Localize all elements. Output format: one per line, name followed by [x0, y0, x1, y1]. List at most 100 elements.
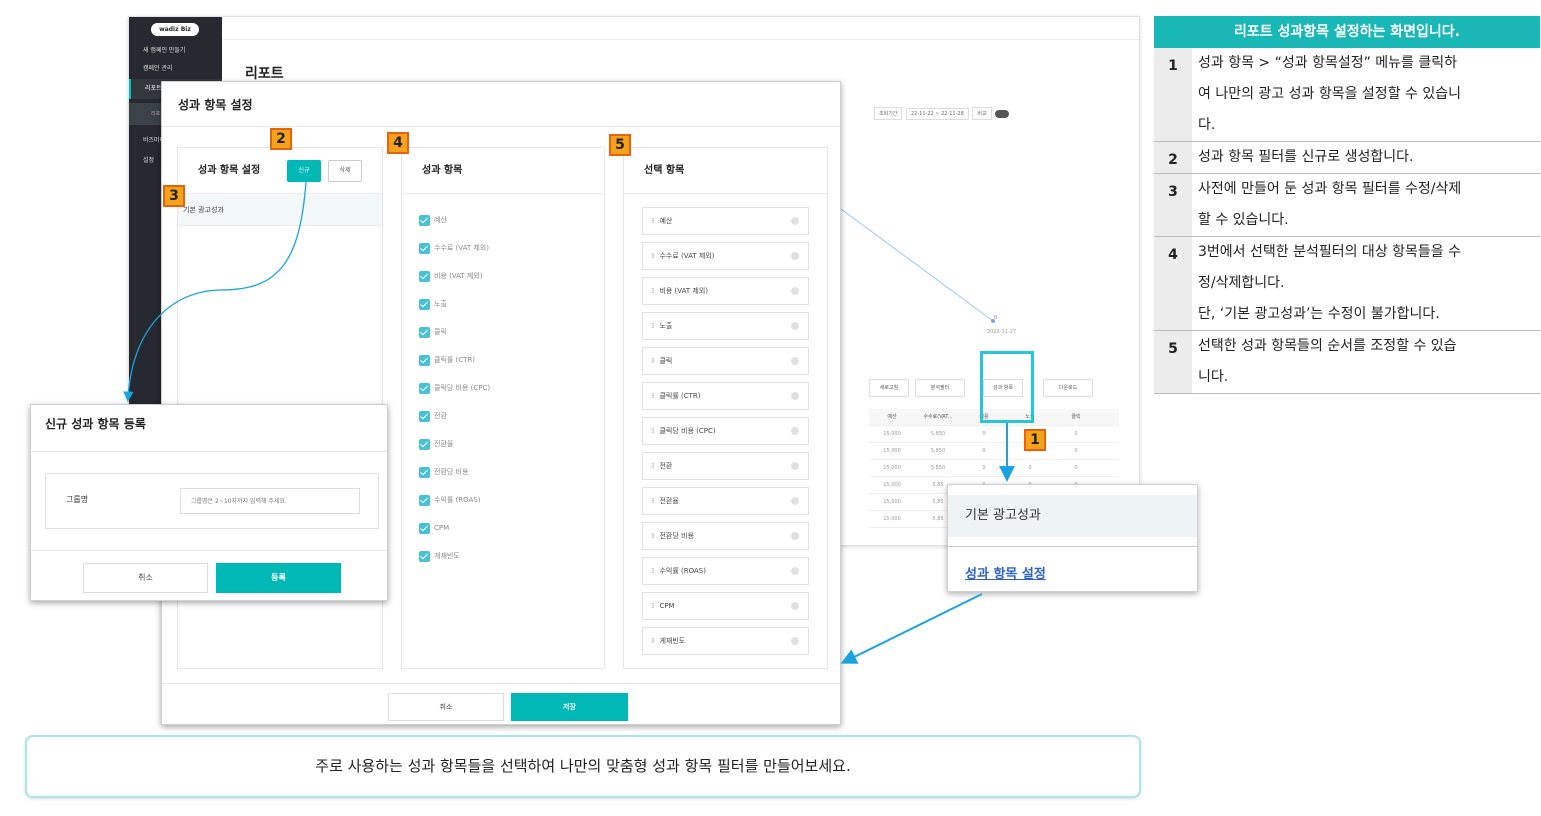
metric-checkbox-item[interactable]: CPM	[402, 514, 604, 542]
checkbox-checked-icon[interactable]	[419, 522, 430, 534]
drag-handle-icon[interactable]: ⁞⁞	[651, 497, 655, 505]
remove-icon[interactable]	[791, 252, 799, 260]
drag-handle-icon[interactable]: ⁞⁞	[651, 567, 655, 575]
checkbox-checked-icon[interactable]	[419, 270, 430, 282]
drag-handle-icon[interactable]: ⁞⁞	[651, 392, 655, 400]
table-cell: 0	[1074, 431, 1078, 437]
metric-checkbox-item[interactable]: 게재빈도	[402, 542, 604, 570]
metrics-dropdown: 기본 광고성과 성과 항목 설정	[947, 484, 1198, 592]
metric-checkbox-item[interactable]: 노출	[402, 290, 604, 318]
selected-metric-item[interactable]: ⁞⁞ 전환율	[642, 487, 809, 515]
modal-cancel-button[interactable]: 취소	[388, 693, 504, 721]
drag-handle-icon[interactable]: ⁞⁞	[651, 427, 655, 435]
checkbox-checked-icon[interactable]	[419, 214, 430, 226]
selected-metric-item[interactable]: ⁞⁞ 수수료 (VAT 제외)	[642, 242, 809, 270]
metric-checkbox-label: 전환당 비용	[434, 468, 469, 476]
selected-metric-item[interactable]: ⁞⁞ 수익률 (ROAS)	[642, 557, 809, 585]
drag-handle-icon[interactable]: ⁞⁞	[651, 322, 655, 330]
selected-metric-item[interactable]: ⁞⁞ 전환당 비용	[642, 522, 809, 550]
table-cell: 15,000	[883, 482, 901, 488]
table-header-cell: 클릭	[1071, 414, 1081, 420]
drag-handle-icon[interactable]: ⁞⁞	[651, 357, 655, 365]
dropdown-item-settings-link[interactable]: 성과 항목 설정	[965, 563, 1046, 582]
metric-checkbox-item[interactable]: 클릭	[402, 318, 604, 346]
drag-handle-icon[interactable]: ⁞⁞	[651, 532, 655, 540]
new-filter-dialog-title: 신규 성과 항목 등록	[45, 417, 146, 431]
checkbox-checked-icon[interactable]	[419, 298, 430, 310]
modal-save-button[interactable]: 저장	[511, 693, 628, 721]
metric-checkbox-item[interactable]: 전환당 비용	[402, 458, 604, 486]
remove-icon[interactable]	[791, 637, 799, 645]
delete-filter-button[interactable]: 삭제	[328, 160, 362, 182]
remove-icon[interactable]	[791, 602, 799, 610]
group-name-input[interactable]	[180, 488, 360, 514]
checkbox-checked-icon[interactable]	[419, 494, 430, 506]
metric-checkbox-item[interactable]: 비용 (VAT 제외)	[402, 262, 604, 290]
remove-icon[interactable]	[791, 427, 799, 435]
dialog-register-button[interactable]: 등록	[216, 563, 341, 593]
marker-5: 5	[609, 134, 631, 156]
drag-handle-icon[interactable]: ⁞⁞	[651, 287, 655, 295]
metric-checkbox-item[interactable]: 수수료 (VAT 제외)	[402, 234, 604, 262]
period-range[interactable]: 22-11-22 ~ 22-11-28	[906, 108, 969, 120]
checkbox-checked-icon[interactable]	[419, 382, 430, 394]
drag-handle-icon[interactable]: ⁞⁞	[651, 217, 655, 225]
modal-title: 성과 항목 설정	[178, 98, 253, 112]
table-cell: 15,000	[883, 499, 901, 505]
selected-metric-item[interactable]: ⁞⁞ 게재빈도	[642, 627, 809, 655]
remove-icon[interactable]	[791, 287, 799, 295]
sidebar-item-new-campaign[interactable]: 새 캠페인 만들기	[129, 41, 222, 61]
compare-toggle[interactable]	[995, 109, 1010, 118]
explanation-line: 여 나만의 광고 성과 항목을 설정할 수 있습니	[1198, 86, 1461, 102]
drag-handle-icon[interactable]: ⁞⁞	[651, 637, 655, 645]
checkbox-checked-icon[interactable]	[419, 550, 430, 562]
metric-checkbox-item[interactable]: 예산	[402, 206, 604, 234]
remove-icon[interactable]	[791, 462, 799, 470]
remove-icon[interactable]	[791, 497, 799, 505]
download-button[interactable]: 다운로드	[1043, 379, 1093, 397]
remove-icon[interactable]	[791, 217, 799, 225]
remove-icon[interactable]	[791, 392, 799, 400]
explanation-line: 정/삭제합니다.	[1198, 275, 1285, 291]
selected-metric-item[interactable]: ⁞⁞ 전환	[642, 452, 809, 480]
dialog-cancel-button[interactable]: 취소	[83, 563, 208, 593]
selected-metrics-title: 선택 항목	[624, 148, 827, 194]
drag-handle-icon[interactable]: ⁞⁞	[651, 462, 655, 470]
metric-checkbox-item[interactable]: 클릭률 (CTR)	[402, 346, 604, 374]
analysis-filter-button[interactable]: 분석필터	[915, 379, 965, 397]
checkbox-checked-icon[interactable]	[419, 438, 430, 450]
metric-checkbox-item[interactable]: 수익률 (ROAS)	[402, 486, 604, 514]
filter-item-default[interactable]: 기본 광고성과	[178, 194, 382, 226]
metric-checkbox-item[interactable]: 전환	[402, 402, 604, 430]
metric-checkbox-label: 클릭당 비용 (CPC)	[434, 384, 491, 392]
selected-metric-item[interactable]: ⁞⁞ 노출	[642, 312, 809, 340]
panel-header: 리포트 성과항목 설정하는 화면입니다.	[1154, 16, 1540, 48]
table-cell: 0	[1074, 448, 1078, 454]
checkbox-checked-icon[interactable]	[419, 326, 430, 338]
remove-icon[interactable]	[791, 357, 799, 365]
selected-metric-item[interactable]: ⁞⁞ CPM	[642, 592, 809, 620]
remove-icon[interactable]	[791, 567, 799, 575]
selected-metric-item[interactable]: ⁞⁞ 클릭	[642, 347, 809, 375]
selected-metric-item[interactable]: ⁞⁞ 비용 (VAT 제외)	[642, 277, 809, 305]
selected-metric-label: 노출	[659, 322, 673, 330]
selected-metric-item[interactable]: ⁞⁞ 클릭률 (CTR)	[642, 382, 809, 410]
new-filter-dialog: 신규 성과 항목 등록 그룹명 취소 등록	[30, 404, 388, 601]
dropdown-item-default[interactable]: 기본 광고성과	[948, 495, 1197, 537]
checkbox-checked-icon[interactable]	[419, 410, 430, 422]
sidebar-item-campaigns[interactable]: 캠페인 관리	[129, 59, 222, 79]
checkbox-checked-icon[interactable]	[419, 354, 430, 366]
remove-icon[interactable]	[791, 322, 799, 330]
metric-checkbox-item[interactable]: 클릭당 비용 (CPC)	[402, 374, 604, 402]
new-filter-button[interactable]: 신규	[287, 160, 321, 182]
selected-metric-item[interactable]: ⁞⁞ 클릭당 비용 (CPC)	[642, 417, 809, 445]
remove-icon[interactable]	[791, 532, 799, 540]
refresh-button[interactable]: 새로고침	[869, 379, 909, 397]
checkbox-checked-icon[interactable]	[419, 466, 430, 478]
table-cell: 5,850	[930, 448, 946, 454]
drag-handle-icon[interactable]: ⁞⁞	[651, 602, 655, 610]
drag-handle-icon[interactable]: ⁞⁞	[651, 252, 655, 260]
checkbox-checked-icon[interactable]	[419, 242, 430, 254]
selected-metric-item[interactable]: ⁞⁞ 예산	[642, 207, 809, 235]
metric-checkbox-item[interactable]: 전환율	[402, 430, 604, 458]
